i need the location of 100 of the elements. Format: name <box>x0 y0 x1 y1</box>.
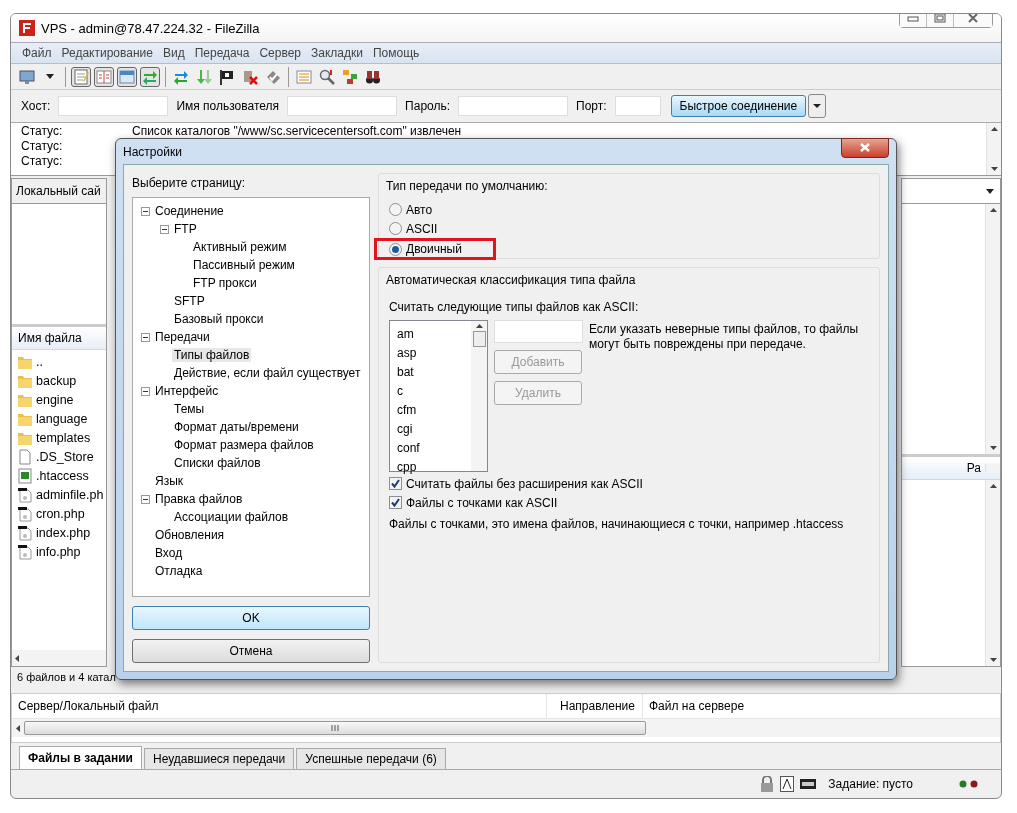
input-field[interactable] <box>287 96 398 116</box>
file-row[interactable]: info.php <box>12 542 106 561</box>
list-item[interactable]: c <box>397 381 471 400</box>
tree-item[interactable]: Списки файлов <box>172 456 263 470</box>
checkbox-label[interactable]: Файлы с точками как ASCII <box>406 495 558 510</box>
tab[interactable]: Успешные передачи (6) <box>296 748 446 769</box>
file-name: index.php <box>36 525 91 540</box>
collapse-icon[interactable] <box>141 494 150 504</box>
file-row[interactable]: language <box>12 409 106 428</box>
tree-item[interactable]: Ассоциации файлов <box>172 510 291 524</box>
tab[interactable]: Неудавшиеся передачи <box>144 748 295 769</box>
menu-item[interactable]: Помощь <box>367 46 425 60</box>
tree-item[interactable]: Темы <box>172 402 207 416</box>
page-label: Выберите страницу: <box>132 176 246 190</box>
radio-button[interactable] <box>389 203 402 216</box>
quickconnect-button[interactable]: Быстрое соединение <box>670 95 807 117</box>
tree-item[interactable]: Формат даты/времени <box>172 420 301 434</box>
menu-item[interactable]: Закладки <box>306 46 368 60</box>
menu-item[interactable]: Передача <box>189 46 255 60</box>
scrollbar[interactable] <box>12 719 1000 737</box>
menu-item[interactable]: Файл <box>17 46 57 60</box>
tree-item[interactable]: Пассивный режим <box>191 258 297 272</box>
menu-item[interactable]: Редактирование <box>56 46 158 60</box>
radio-button[interactable] <box>389 242 402 256</box>
list-item[interactable]: am <box>397 324 471 343</box>
close-button[interactable] <box>954 14 992 27</box>
tree-item[interactable]: Соединение <box>153 204 226 218</box>
tree-item[interactable]: Типы файлов <box>172 348 252 362</box>
checkbox[interactable] <box>389 496 402 509</box>
file-row[interactable]: templates <box>12 428 106 447</box>
input-field[interactable] <box>458 96 569 116</box>
file-row[interactable]: cron.php <box>12 504 106 523</box>
list-item[interactable]: asp <box>397 343 471 362</box>
collapse-icon[interactable] <box>141 206 150 216</box>
tree-item[interactable]: FTP прокси <box>191 276 259 290</box>
tree-item[interactable]: Действие, если файл существует <box>172 366 363 380</box>
radio-label[interactable]: Авто <box>406 202 433 217</box>
tree-item[interactable]: Базовый прокси <box>172 312 266 326</box>
file-row[interactable]: .. <box>12 352 106 371</box>
list-item[interactable]: cpp <box>397 457 471 476</box>
dialog-title: Настройки <box>123 144 182 159</box>
scrollbar[interactable] <box>985 480 1000 666</box>
binary-mode-icon <box>780 776 795 792</box>
maximize-button[interactable] <box>927 14 954 27</box>
scroll-thumb[interactable] <box>472 331 486 347</box>
scrollbar[interactable] <box>471 321 487 471</box>
tree-item[interactable]: Отладка <box>153 564 205 578</box>
file-row[interactable]: .DS_Store <box>12 447 106 466</box>
file-row[interactable]: .htaccess <box>12 466 106 485</box>
tree-item[interactable]: Активный режим <box>191 240 289 254</box>
menu-item[interactable]: Вид <box>157 46 190 60</box>
field-label: Пароль: <box>405 99 451 113</box>
tree-item[interactable]: Правка файлов <box>153 492 245 506</box>
input-field[interactable] <box>614 96 661 116</box>
menu-item[interactable]: Сервер <box>254 46 306 60</box>
scrollbar[interactable] <box>986 123 1001 175</box>
column-header[interactable]: Направление <box>547 694 643 718</box>
file-name: templates <box>36 430 91 445</box>
input-field[interactable] <box>58 96 169 116</box>
input-field[interactable] <box>494 320 583 343</box>
tree-item[interactable]: Язык <box>153 474 186 488</box>
list-item[interactable]: bat <box>397 362 471 381</box>
scrollbar[interactable] <box>985 464 1000 472</box>
column-header[interactable]: Файл на сервере <box>643 694 745 718</box>
cancel-button[interactable]: Отмена <box>132 639 370 663</box>
file-row[interactable]: index.php <box>12 523 106 542</box>
checkbox[interactable] <box>389 477 402 490</box>
tree-item[interactable]: Обновления <box>153 528 227 542</box>
tree-item[interactable]: Интерфейс <box>153 384 221 398</box>
tab[interactable]: Файлы в задании <box>19 746 142 769</box>
radio-label[interactable]: ASCII <box>406 221 438 236</box>
scrollbar[interactable] <box>985 204 1000 454</box>
checkbox-label[interactable]: Считать файлы без расширения как ASCII <box>406 476 643 491</box>
list-item[interactable]: conf <box>397 438 471 457</box>
tree-item[interactable]: SFTP <box>172 294 207 308</box>
radio-button[interactable] <box>389 222 402 235</box>
tree-item[interactable]: Передачи <box>153 330 212 344</box>
tree-item[interactable]: Вход <box>153 546 185 560</box>
file-row[interactable]: backup <box>12 371 106 390</box>
flag-icon <box>219 68 235 85</box>
list-item[interactable]: cfm <box>397 400 471 419</box>
maximize-icon <box>934 14 946 23</box>
radio-label[interactable]: Двоичный <box>406 242 462 256</box>
minimize-button[interactable] <box>900 14 927 27</box>
dropdown-button[interactable] <box>808 94 827 118</box>
column-header[interactable]: Сервер/Локальный файл <box>12 694 547 718</box>
column-header[interactable]: Имя файла <box>12 327 106 350</box>
column-title[interactable]: Ра <box>966 461 981 475</box>
tree-item[interactable]: FTP <box>172 222 199 236</box>
file-row[interactable]: engine <box>12 390 106 409</box>
list-item[interactable]: cgi <box>397 419 471 438</box>
collapse-icon[interactable] <box>141 332 150 342</box>
down-arrows-icon <box>196 68 212 85</box>
ok-button[interactable]: OK <box>132 606 370 630</box>
scrollbar[interactable] <box>12 650 106 666</box>
tree-item[interactable]: Формат размера файлов <box>172 438 316 452</box>
collapse-icon[interactable] <box>141 386 150 396</box>
close-button[interactable] <box>841 137 889 158</box>
file-row[interactable]: adminfile.ph <box>12 485 106 504</box>
collapse-icon[interactable] <box>160 224 169 234</box>
